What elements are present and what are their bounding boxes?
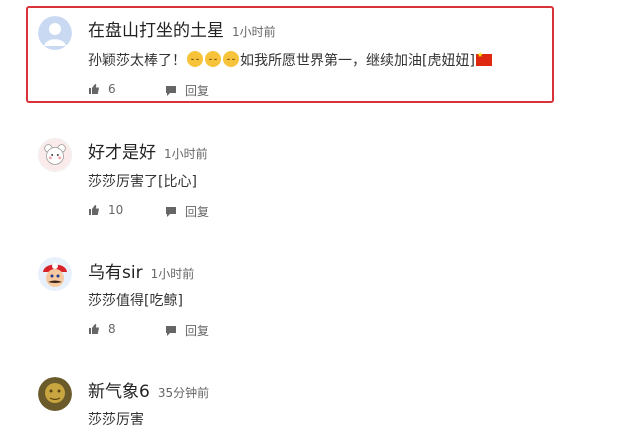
- comment-header: 新气象6 35分钟前: [88, 377, 209, 402]
- comment-header: 乌有sir 1小时前: [88, 258, 194, 283]
- username[interactable]: 在盘山打坐的土星: [88, 21, 224, 41]
- smile-emoji-icon: [223, 51, 239, 67]
- comment-actions: 8 回复: [88, 322, 209, 338]
- reply-button[interactable]: 回复: [165, 322, 209, 339]
- reply-label: 回复: [185, 205, 210, 219]
- golden-statue-avatar-icon: [38, 377, 72, 411]
- like-count: 6: [108, 82, 116, 96]
- thumbs-up-icon: [89, 84, 99, 94]
- comment-bubble-icon: [166, 85, 176, 96]
- comment-text: 莎莎值得[吃鲸]: [88, 293, 183, 309]
- comment-text-part: 孙颖莎太棒了！: [88, 53, 186, 69]
- smile-emoji-icon: [205, 51, 221, 67]
- like-button[interactable]: 10: [88, 203, 123, 217]
- comment-text: 孙颖莎太棒了！ 如我所愿世界第一，继续加油[虎妞妞]: [88, 50, 492, 70]
- avatar[interactable]: [38, 138, 72, 172]
- china-flag-icon: [475, 51, 492, 66]
- reply-label: 回复: [185, 324, 210, 338]
- like-count: 8: [108, 322, 116, 336]
- comment-text: 莎莎厉害了[比心]: [88, 174, 197, 190]
- reply-label: 回复: [185, 84, 210, 98]
- like-count: 10: [108, 203, 124, 217]
- comment-text-part: 如我所愿世界第一，继续加油[虎妞妞]: [240, 53, 475, 69]
- timestamp: 35分钟前: [157, 386, 210, 400]
- username[interactable]: 好才是好: [88, 143, 156, 163]
- avatar[interactable]: [38, 377, 72, 411]
- comment-actions: 10 回复: [88, 203, 209, 219]
- like-button[interactable]: 6: [88, 82, 116, 96]
- comment-text: 莎莎厉害: [88, 412, 144, 428]
- mario-avatar-icon: [38, 257, 72, 291]
- comment-bubble-icon: [166, 325, 176, 336]
- avatar[interactable]: [38, 257, 72, 291]
- comment-bubble-icon: [166, 206, 176, 217]
- comment-header: 在盘山打坐的土星 1小时前: [88, 16, 276, 41]
- smile-emoji-icon: [187, 51, 203, 67]
- thumbs-up-icon: [89, 205, 99, 215]
- reply-button[interactable]: 回复: [165, 203, 209, 220]
- timestamp: 1小时前: [150, 267, 195, 281]
- username[interactable]: 乌有sir: [88, 263, 143, 283]
- timestamp: 1小时前: [232, 25, 276, 39]
- cartoon-bear-avatar-icon: [39, 139, 71, 171]
- comment-header: 好才是好 1小时前: [88, 138, 208, 163]
- comment-actions: 6 回复: [88, 82, 209, 98]
- thumbs-up-icon: [89, 324, 99, 334]
- reply-button[interactable]: 回复: [165, 82, 209, 99]
- like-button[interactable]: 8: [88, 322, 116, 336]
- avatar[interactable]: [38, 16, 72, 50]
- timestamp: 1小时前: [164, 147, 208, 161]
- username[interactable]: 新气象6: [88, 382, 150, 402]
- default-avatar-icon: [38, 16, 72, 50]
